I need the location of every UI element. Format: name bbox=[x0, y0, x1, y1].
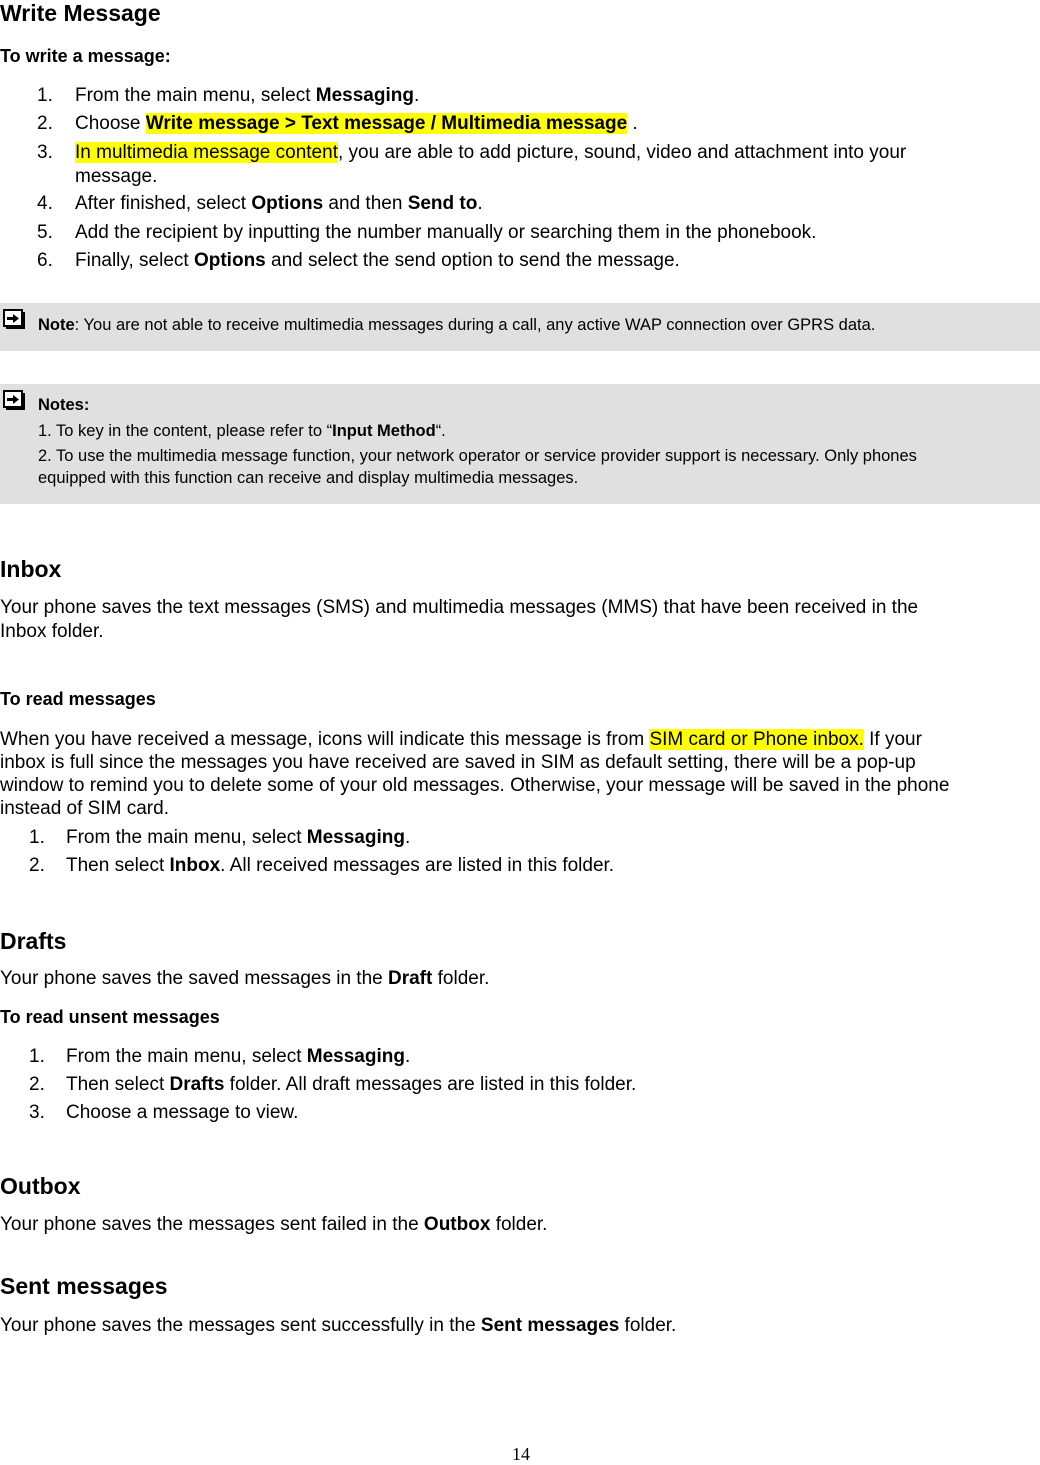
note-box: Note: You are not able to receive multim… bbox=[0, 303, 1040, 351]
section-title-outbox: Outbox bbox=[0, 1173, 81, 1199]
arrow-right-box-icon bbox=[3, 390, 25, 410]
section-title-sent: Sent messages bbox=[0, 1273, 168, 1299]
section-title-inbox: Inbox bbox=[0, 556, 62, 582]
arrow-right-box-icon bbox=[3, 309, 25, 329]
subtitle-to-write: To write a message: bbox=[0, 46, 171, 66]
subtitle-read-messages: To read messages bbox=[0, 689, 156, 709]
section-title-drafts: Drafts bbox=[0, 928, 67, 954]
page-number: 14 bbox=[512, 1444, 530, 1464]
section-title-write-message: Write Message bbox=[0, 0, 161, 26]
subtitle-read-unsent: To read unsent messages bbox=[0, 1007, 220, 1027]
notes-box: Notes: 1. To key in the content, please … bbox=[0, 384, 1040, 504]
